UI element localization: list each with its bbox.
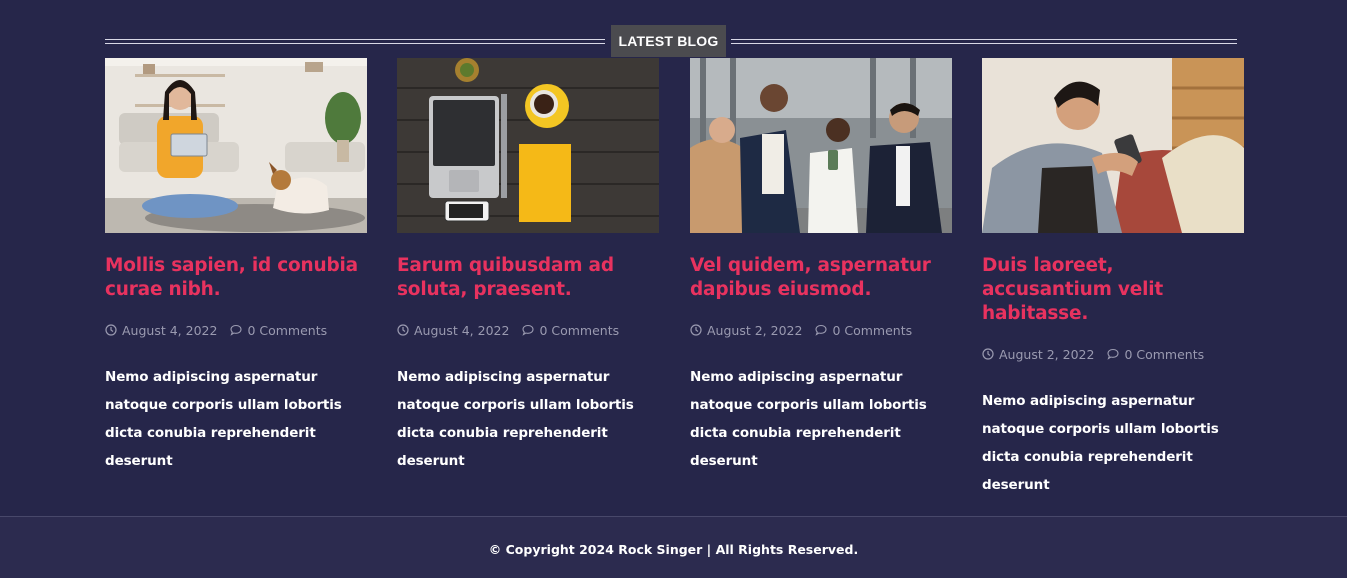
- comments-link[interactable]: 0 Comments: [1124, 347, 1204, 362]
- business-people-group-image: [690, 58, 952, 233]
- clock-icon: [982, 347, 995, 361]
- section-heading: LATEST BLOG: [611, 25, 726, 57]
- comment-bubble-icon: [522, 324, 535, 337]
- header-rule-left: [105, 39, 605, 44]
- post-thumbnail[interactable]: [397, 58, 659, 233]
- header-rule-right: [731, 39, 1237, 44]
- post-meta: August 4, 2022 0 Comments: [105, 321, 367, 339]
- clock-icon: [690, 323, 703, 337]
- blog-card: Earum quibusdam ad soluta, praesent. Aug…: [397, 58, 659, 475]
- blog-card: Vel quidem, aspernatur dapibus eiusmod. …: [690, 58, 952, 475]
- post-meta: August 4, 2022 0 Comments: [397, 321, 659, 339]
- site-footer: © Copyright 2024 Rock Singer | All Right…: [0, 517, 1347, 578]
- section-header: LATEST BLOG: [105, 25, 1237, 57]
- comment-bubble-icon: [230, 324, 243, 337]
- post-date: August 4, 2022: [122, 322, 218, 338]
- comments-link[interactable]: 0 Comments: [539, 323, 619, 338]
- post-title[interactable]: Duis laoreet, accusantium velit habitass…: [982, 254, 1244, 326]
- post-thumbnail[interactable]: [105, 58, 367, 233]
- comment-bubble-icon: [1107, 348, 1120, 361]
- post-thumbnail[interactable]: [982, 58, 1244, 233]
- post-date: August 4, 2022: [414, 322, 510, 338]
- copyright-text: © Copyright 2024 Rock Singer | All Right…: [488, 542, 859, 557]
- woman-with-tablet-and-dog-image: [105, 58, 367, 233]
- blog-card: Duis laoreet, accusantium velit habitass…: [982, 58, 1244, 499]
- post-thumbnail[interactable]: [690, 58, 952, 233]
- clock-icon: [397, 323, 410, 337]
- post-date: August 2, 2022: [707, 322, 803, 338]
- man-with-phone-on-sofa-image: [982, 58, 1244, 233]
- blog-card: Mollis sapien, id conubia curae nibh. Au…: [105, 58, 367, 475]
- post-title[interactable]: Vel quidem, aspernatur dapibus eiusmod.: [690, 254, 952, 302]
- comment-bubble-icon: [815, 324, 828, 337]
- laptop-coffee-desk-image: [397, 58, 659, 233]
- post-excerpt: Nemo adipiscing aspernatur natoque corpo…: [105, 369, 342, 469]
- post-excerpt: Nemo adipiscing aspernatur natoque corpo…: [690, 369, 927, 469]
- comments-link[interactable]: 0 Comments: [832, 323, 912, 338]
- clock-icon: [105, 323, 118, 337]
- post-title[interactable]: Mollis sapien, id conubia curae nibh.: [105, 254, 367, 302]
- post-excerpt: Nemo adipiscing aspernatur natoque corpo…: [982, 393, 1219, 493]
- post-excerpt: Nemo adipiscing aspernatur natoque corpo…: [397, 369, 634, 469]
- post-date: August 2, 2022: [999, 346, 1095, 362]
- post-meta: August 2, 2022 0 Comments: [982, 345, 1244, 363]
- comments-link[interactable]: 0 Comments: [247, 323, 327, 338]
- post-title[interactable]: Earum quibusdam ad soluta, praesent.: [397, 254, 659, 302]
- post-meta: August 2, 2022 0 Comments: [690, 321, 952, 339]
